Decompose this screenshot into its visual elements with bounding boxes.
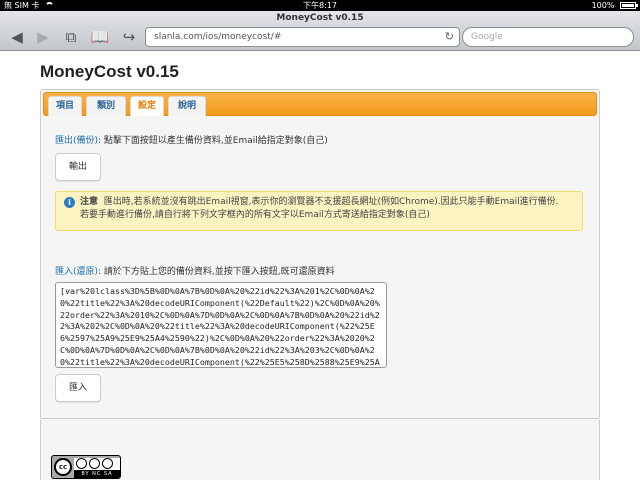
tab-settings[interactable]: 設定 — [130, 96, 164, 116]
tab-items[interactable]: 項目 — [48, 96, 82, 116]
settings-panel: 項目 類別 設定 說明 匯出(備份): 點擊下面按鈕以產生備份資料,並Email… — [40, 89, 600, 420]
cc-license-badge[interactable]: cc BY NC SA — [51, 455, 121, 479]
browser-page-title: MoneyCost v0.15 — [276, 13, 364, 23]
share-icon[interactable]: ↪ — [118, 27, 140, 47]
cc-logo: cc — [54, 458, 72, 476]
cc-attribution-icons — [74, 458, 120, 470]
reload-icon[interactable]: ↻ — [445, 28, 454, 46]
footer-panel: cc BY NC SA — [40, 418, 600, 480]
notice-box: i 注意 匯出時,若系統並沒有跳出Email視窗,表示你的瀏覽器不支援超長網址(… — [55, 191, 583, 231]
bookmarks-icon[interactable]: 📖 — [89, 27, 111, 47]
battery-icon — [620, 2, 638, 9]
notice-line-2: 若要手動進行備份,請自行將下列文字框內的所有文字以Email方式寄送給指定對象(… — [80, 210, 430, 220]
export-description: 匯出(備份): 點擊下面按鈕以產生備份資料,並Email給指定對象(自己) — [55, 133, 328, 146]
page-content: MoneyCost v0.15 項目 類別 設定 說明 匯出(備份): 點擊下面… — [0, 52, 640, 480]
sa-icon — [102, 458, 113, 469]
export-label: 匯出(備份) — [55, 136, 99, 146]
browser-toolbar: MoneyCost v0.15 ◀ ▶ ⧉ 📖 ↪ slanla.com/ios… — [0, 11, 640, 51]
nc-icon — [89, 458, 100, 469]
tab-strip: 項目 類別 設定 說明 — [43, 92, 597, 116]
browser-nav-row: ◀ ▶ ⧉ 📖 ↪ slanla.com/ios/moneycost/# ↻ G… — [0, 25, 640, 49]
forward-icon[interactable]: ▶ — [32, 27, 54, 47]
app-title: MoneyCost v0.15 — [40, 62, 179, 81]
export-button[interactable]: 輸出 — [55, 153, 101, 181]
import-button[interactable]: 匯入 — [55, 374, 101, 402]
tab-categories[interactable]: 類別 — [86, 96, 126, 116]
status-bar: 無 SIM 卡 下午8:17 100% — [0, 0, 640, 11]
notice-line-1-text: 匯出時,若系統並沒有跳出Email視窗,表示你的瀏覽器不支援超長網址(例如Chr… — [103, 197, 559, 207]
battery-percent: 100% — [591, 1, 615, 10]
clock: 下午8:17 — [303, 1, 337, 10]
tab-help[interactable]: 說明 — [168, 96, 206, 116]
by-icon — [76, 458, 87, 469]
import-description: 匯入(還原): 請於下方貼上您的備份資料,並按下匯入按鈕,既可還原資料 — [55, 264, 335, 277]
url-text: slanla.com/ios/moneycost/# — [154, 32, 282, 42]
export-text: : 點擊下面按鈕以產生備份資料,並Email給指定對象(自己) — [98, 136, 328, 146]
import-text: : 請於下方貼上您的備份資料,並按下匯入按鈕,既可還原資料 — [98, 267, 335, 277]
import-label: 匯入(還原) — [55, 267, 99, 277]
tabs-icon[interactable]: ⧉ — [60, 27, 82, 47]
url-field[interactable]: slanla.com/ios/moneycost/# ↻ — [145, 27, 460, 47]
notice-line-1: 注意 匯出時,若系統並沒有跳出Email視窗,表示你的瀏覽器不支援超長網址(例如… — [80, 196, 574, 209]
back-icon[interactable]: ◀ — [6, 27, 28, 47]
battery-indicator: 100% — [591, 0, 638, 11]
notice-heading: 注意 — [80, 197, 99, 207]
backup-data-textarea[interactable]: [var%20lclass%3D%5B%0D%0A%7B%0D%0A%20%22… — [55, 282, 387, 368]
info-icon: i — [64, 197, 75, 208]
cc-license-text: BY NC SA — [74, 470, 120, 478]
search-input[interactable]: Google — [462, 27, 634, 47]
